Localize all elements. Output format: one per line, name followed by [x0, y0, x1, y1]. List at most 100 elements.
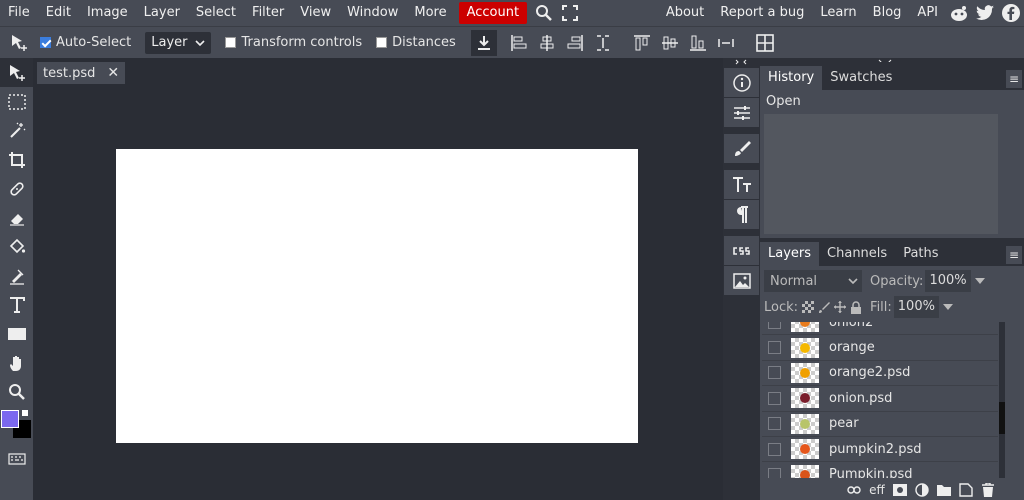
menu-file[interactable]: File — [0, 0, 38, 26]
layer-row[interactable]: pumpkin2.psd — [762, 436, 998, 463]
folder-icon[interactable] — [934, 481, 954, 499]
fill-input[interactable]: 100% — [893, 296, 939, 318]
tab-history[interactable]: History — [760, 66, 823, 90]
menu-layer[interactable]: Layer — [136, 0, 188, 26]
tool-hand[interactable] — [0, 348, 33, 377]
tool-magic-wand[interactable] — [0, 116, 33, 145]
link-about[interactable]: About — [658, 0, 712, 26]
layer-visibility-checkbox[interactable] — [768, 468, 781, 478]
layer-visibility-checkbox[interactable] — [768, 322, 781, 329]
tool-move[interactable] — [0, 58, 33, 87]
facebook-icon[interactable] — [998, 0, 1024, 26]
menu-more[interactable]: More — [406, 0, 454, 26]
link-layers-icon[interactable] — [844, 481, 864, 499]
mask-icon[interactable] — [890, 481, 910, 499]
layer-row[interactable]: orange2.psd — [762, 360, 998, 387]
layer-select[interactable]: Layer — [145, 31, 212, 54]
tab-paths[interactable]: Paths — [895, 242, 946, 266]
opacity-input[interactable]: 100% — [925, 270, 971, 292]
fullscreen-icon[interactable] — [557, 0, 583, 26]
layer-visibility-checkbox[interactable] — [768, 366, 781, 380]
distribute-v-icon[interactable] — [713, 30, 739, 56]
menu-view[interactable]: View — [292, 0, 339, 26]
paragraph-button[interactable] — [724, 200, 759, 229]
tab-layers[interactable]: Layers — [760, 242, 820, 266]
tool-crop[interactable] — [0, 145, 33, 174]
menu-edit[interactable]: Edit — [38, 0, 79, 26]
link-blog[interactable]: Blog — [865, 0, 910, 26]
close-icon[interactable]: ✕ — [107, 65, 119, 81]
foreground-color-swatch[interactable] — [1, 410, 19, 428]
lock-pixels-icon[interactable] — [818, 301, 831, 313]
layer-scrollbar[interactable] — [999, 322, 1005, 478]
align-bottom-icon[interactable] — [685, 30, 711, 56]
layer-scrollbar-thumb[interactable] — [999, 402, 1005, 434]
download-icon[interactable] — [470, 29, 497, 56]
brush-button[interactable] — [724, 134, 759, 163]
align-middle-v-icon[interactable] — [657, 30, 683, 56]
auto-select-checkbox[interactable] — [40, 37, 51, 48]
grid-icon[interactable] — [752, 30, 778, 56]
menu-filter[interactable]: Filter — [244, 0, 292, 26]
transform-controls-checkbox[interactable] — [225, 37, 237, 48]
tool-eraser[interactable] — [0, 203, 33, 232]
layer-visibility-checkbox[interactable] — [768, 442, 781, 456]
tab-channels[interactable]: Channels — [819, 242, 895, 266]
tool-type[interactable] — [0, 290, 33, 319]
link-learn[interactable]: Learn — [812, 0, 864, 26]
character-button[interactable] — [724, 170, 759, 199]
lock-all-icon[interactable] — [850, 300, 862, 314]
opacity-dropdown-icon[interactable] — [974, 277, 985, 285]
auto-select-option[interactable]: Auto-Select — [40, 35, 131, 50]
menu-select[interactable]: Select — [188, 0, 244, 26]
menu-image[interactable]: Image — [79, 0, 136, 26]
distribute-h-icon[interactable] — [590, 30, 616, 56]
tool-zoom[interactable] — [0, 377, 33, 406]
info-button[interactable] — [724, 68, 759, 97]
layer-row[interactable]: onion.psd — [762, 386, 998, 412]
align-right-icon[interactable] — [562, 30, 588, 56]
twitter-icon[interactable] — [972, 0, 998, 26]
fill-dropdown-icon[interactable] — [942, 303, 953, 311]
lock-transparency-icon[interactable] — [802, 301, 815, 313]
distances-checkbox[interactable] — [376, 37, 388, 48]
tool-clone[interactable] — [0, 261, 33, 290]
layer-row[interactable]: Pumpkin.psd — [762, 462, 998, 478]
adjustments-button[interactable] — [724, 98, 759, 127]
tool-fill[interactable] — [0, 232, 33, 261]
history-item[interactable]: Open — [760, 90, 1024, 114]
layer-row[interactable]: orange — [762, 335, 998, 361]
new-layer-icon[interactable] — [956, 481, 976, 499]
effects-button[interactable]: eff — [866, 481, 888, 499]
link-api[interactable]: API — [909, 0, 946, 26]
canvas[interactable] — [116, 149, 638, 443]
blend-mode-select[interactable]: Normal — [764, 270, 862, 292]
link-report-bug[interactable]: Report a bug — [712, 0, 812, 26]
history-menu-icon[interactable]: ≡ — [1006, 70, 1022, 88]
tool-healing[interactable] — [0, 174, 33, 203]
lock-position-icon[interactable] — [834, 301, 847, 313]
css-button[interactable] — [724, 236, 759, 265]
align-center-h-icon[interactable] — [534, 30, 560, 56]
document-tab[interactable]: test.psd ✕ — [37, 62, 126, 84]
adjustment-layer-icon[interactable] — [912, 481, 932, 499]
search-icon[interactable] — [531, 0, 557, 26]
trash-icon[interactable] — [978, 481, 998, 499]
swap-colors-icon[interactable] — [22, 410, 28, 416]
layer-row[interactable]: pear — [762, 411, 998, 437]
distances-option[interactable]: Distances — [376, 35, 456, 50]
layer-visibility-checkbox[interactable] — [768, 341, 781, 355]
align-top-icon[interactable] — [629, 30, 655, 56]
layer-visibility-checkbox[interactable] — [768, 391, 781, 405]
layers-menu-icon[interactable]: ≡ — [1006, 246, 1022, 264]
reddit-icon[interactable] — [946, 0, 972, 26]
layer-row[interactable]: onion2 — [762, 322, 998, 336]
image-button[interactable] — [724, 266, 759, 295]
layer-visibility-checkbox[interactable] — [768, 417, 781, 431]
align-left-icon[interactable] — [506, 30, 532, 56]
menu-window[interactable]: Window — [339, 0, 406, 26]
account-button[interactable]: Account — [458, 2, 528, 24]
color-swatches[interactable] — [0, 406, 33, 444]
keyboard-button[interactable] — [0, 444, 33, 473]
transform-controls-option[interactable]: Transform controls — [225, 35, 362, 50]
